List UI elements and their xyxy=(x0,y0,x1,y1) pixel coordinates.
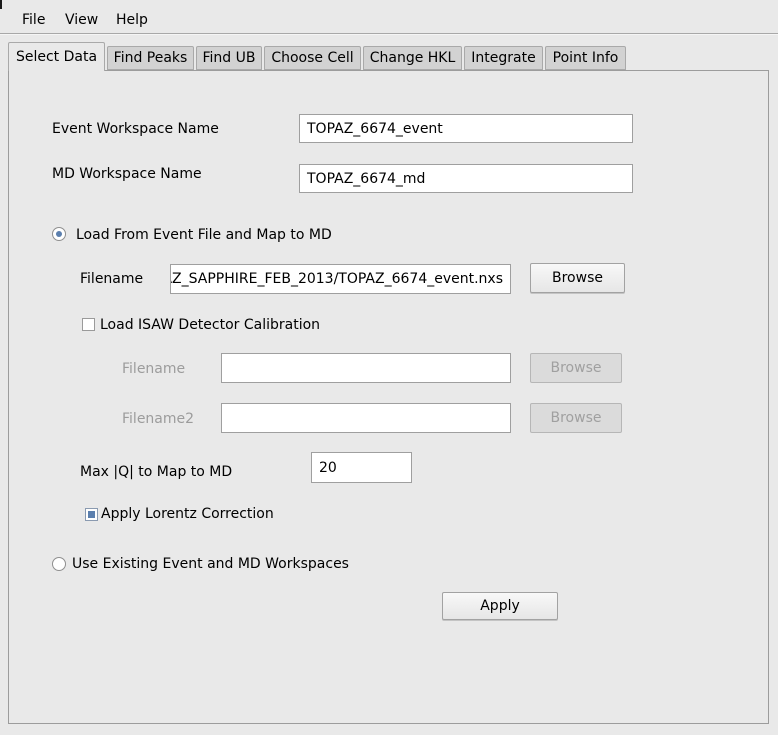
load-isaw-calibration-label: Load ISAW Detector Calibration xyxy=(100,317,320,333)
md-workspace-name-label: MD Workspace Name xyxy=(52,166,202,182)
menu-view[interactable]: View xyxy=(65,12,98,28)
use-existing-workspaces-radio[interactable] xyxy=(52,557,66,571)
md-workspace-name-value: TOPAZ_6674_md xyxy=(307,171,425,187)
max-q-value: 20 xyxy=(319,460,337,476)
calibration-filename-label: Filename xyxy=(122,361,185,377)
tab-select-data[interactable]: Select Data xyxy=(8,42,105,71)
md-workspace-name-input[interactable]: TOPAZ_6674_md xyxy=(299,164,633,193)
calibration-filename-input[interactable] xyxy=(221,353,511,383)
application-window: File View Help Select Data Find Peaks Fi… xyxy=(0,0,778,735)
load-from-event-file-radio-label: Load From Event File and Map to MD xyxy=(76,227,332,243)
load-from-event-file-radio[interactable] xyxy=(52,227,66,241)
event-workspace-name-label: Event Workspace Name xyxy=(52,121,219,137)
apply-lorentz-correction-checkbox[interactable] xyxy=(85,508,98,521)
menu-bar: File View Help xyxy=(0,0,778,33)
calibration-filename2-label: Filename2 xyxy=(122,411,194,427)
filename-label: Filename xyxy=(80,271,143,287)
tab-change-hkl[interactable]: Change HKL xyxy=(363,46,462,70)
tab-integrate[interactable]: Integrate xyxy=(464,46,543,70)
apply-lorentz-correction-label: Apply Lorentz Correction xyxy=(101,506,274,522)
tab-point-info[interactable]: Point Info xyxy=(545,46,626,70)
max-q-label: Max |Q| to Map to MD xyxy=(80,464,232,480)
apply-button[interactable]: Apply xyxy=(442,592,558,620)
filename-browse-button[interactable]: Browse xyxy=(530,263,625,293)
calibration-filename2-input[interactable] xyxy=(221,403,511,433)
use-existing-workspaces-radio-label: Use Existing Event and MD Workspaces xyxy=(72,556,349,572)
menu-help[interactable]: Help xyxy=(116,12,148,28)
event-workspace-name-value: TOPAZ_6674_event xyxy=(307,121,443,137)
menu-separator-highlight xyxy=(0,34,778,35)
event-workspace-name-input[interactable]: TOPAZ_6674_event xyxy=(299,114,633,143)
tab-find-ub[interactable]: Find UB xyxy=(196,46,262,70)
calibration-filename2-browse-button[interactable]: Browse xyxy=(530,403,622,433)
load-isaw-calibration-checkbox[interactable] xyxy=(82,318,95,331)
calibration-filename-browse-button[interactable]: Browse xyxy=(530,353,622,383)
tab-find-peaks[interactable]: Find Peaks xyxy=(107,46,194,70)
filename-input[interactable]: AZ_SAPPHIRE_FEB_2013/TOPAZ_6674_event.nx… xyxy=(170,264,511,294)
menu-file[interactable]: File xyxy=(22,12,45,28)
tab-choose-cell[interactable]: Choose Cell xyxy=(264,46,361,70)
filename-value: AZ_SAPPHIRE_FEB_2013/TOPAZ_6674_event.nx… xyxy=(170,271,503,287)
max-q-input[interactable]: 20 xyxy=(311,452,412,483)
